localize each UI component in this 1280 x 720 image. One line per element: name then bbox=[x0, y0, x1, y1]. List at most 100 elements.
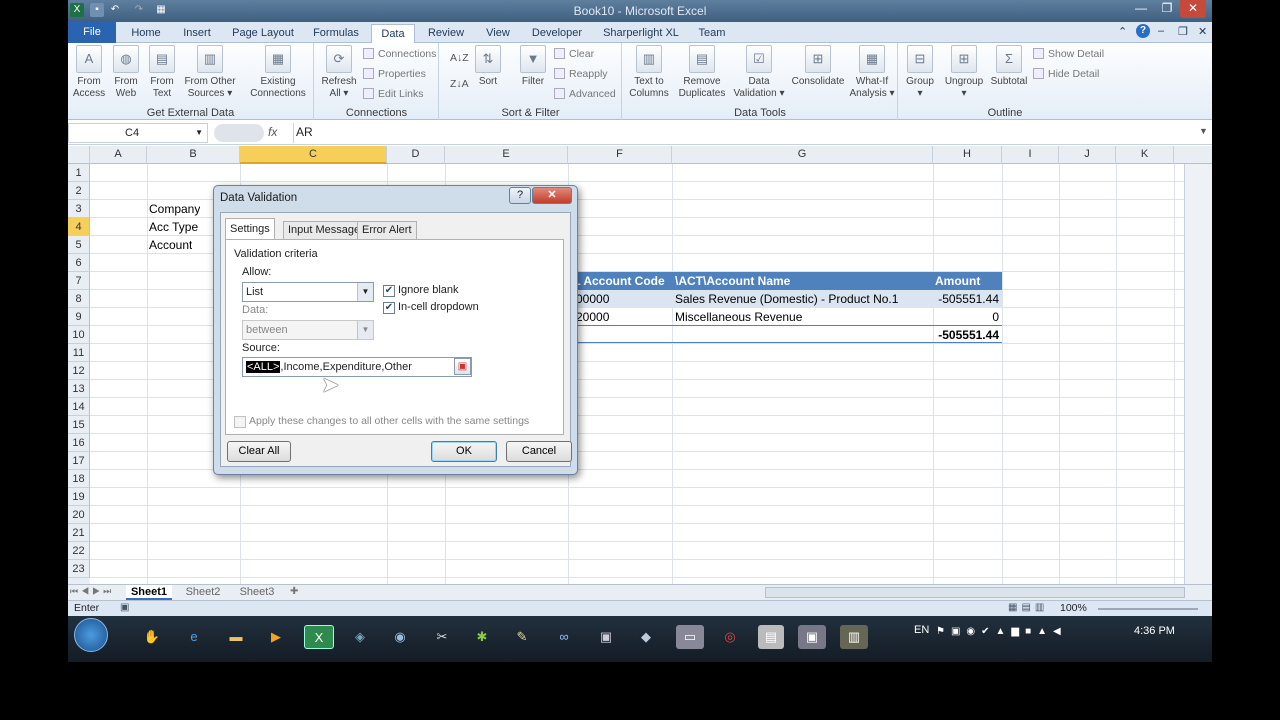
sort-a-z-button[interactable]: A↓Z bbox=[450, 49, 469, 67]
app-icon-4[interactable]: ✱ bbox=[470, 625, 494, 649]
language-indicator[interactable]: EN bbox=[914, 624, 929, 636]
chrome-icon[interactable]: ◎ bbox=[718, 625, 742, 649]
row-header[interactable]: 2 bbox=[68, 182, 90, 200]
tab-formulas[interactable]: Formulas bbox=[308, 24, 364, 43]
name-box[interactable]: C4 ▼ bbox=[68, 123, 208, 143]
row-header[interactable]: 21 bbox=[68, 524, 90, 542]
restore-icon[interactable]: ❐ bbox=[1154, 0, 1180, 18]
tab-data[interactable]: Data bbox=[371, 24, 415, 43]
row-header-selected[interactable]: 4 bbox=[68, 218, 90, 236]
cell-f8[interactable]: 00000 bbox=[568, 290, 672, 308]
row-header[interactable]: 9 bbox=[68, 308, 90, 326]
minimize-icon[interactable]: — bbox=[1128, 0, 1154, 18]
tab-input-message[interactable]: Input Message bbox=[283, 221, 366, 239]
row-header[interactable]: 15 bbox=[68, 416, 90, 434]
refresh-all-button[interactable]: ⟳ Refresh All ▾ bbox=[319, 45, 359, 100]
edit-links-button[interactable]: Edit Links bbox=[363, 85, 424, 103]
insert-sheet-icon[interactable]: ✚ bbox=[290, 586, 298, 597]
insert-function-icon[interactable]: fx bbox=[268, 125, 277, 139]
tab-page-layout[interactable]: Page Layout bbox=[228, 24, 298, 43]
doc-close-icon[interactable]: ✕ bbox=[1198, 25, 1207, 38]
tab-view[interactable]: View bbox=[478, 24, 518, 43]
tab-home[interactable]: Home bbox=[124, 24, 168, 43]
advanced-filter-button[interactable]: Advanced bbox=[554, 85, 616, 103]
sort-z-a-button[interactable]: Z↓A bbox=[450, 75, 469, 93]
remove-duplicates-button[interactable]: ▤ Remove Duplicates bbox=[675, 45, 729, 100]
table-header-account-code[interactable]: /L Account Code bbox=[568, 272, 672, 290]
start-button-icon[interactable] bbox=[74, 618, 108, 652]
group-button[interactable]: ⊟ Group ▾ bbox=[901, 45, 939, 100]
tab-settings[interactable]: Settings bbox=[225, 218, 275, 239]
tab-error-alert[interactable]: Error Alert bbox=[357, 221, 417, 239]
in-cell-dropdown-checkbox[interactable]: ✔ bbox=[383, 302, 395, 314]
vertical-scrollbar[interactable] bbox=[1184, 164, 1212, 584]
col-header-d[interactable]: D bbox=[387, 146, 445, 164]
filter-button[interactable]: ▼ Filter bbox=[516, 45, 550, 88]
row-header[interactable]: 18 bbox=[68, 470, 90, 488]
app-icon-9[interactable]: ▭ bbox=[676, 625, 704, 649]
col-header-k[interactable]: K bbox=[1116, 146, 1174, 164]
row-header[interactable]: 3 bbox=[68, 200, 90, 218]
row-header[interactable]: 23 bbox=[68, 560, 90, 578]
tab-file[interactable]: File bbox=[68, 22, 116, 43]
row-header[interactable]: 8 bbox=[68, 290, 90, 308]
app-icon-2[interactable]: ◉ bbox=[388, 625, 412, 649]
tab-sharperlight[interactable]: Sharperlight XL bbox=[598, 24, 684, 43]
cell-b3[interactable]: Company bbox=[149, 200, 200, 218]
subtotal-button[interactable]: Σ Subtotal bbox=[987, 45, 1031, 88]
cell-b4[interactable]: Acc Type bbox=[149, 218, 198, 236]
row-header[interactable]: 5 bbox=[68, 236, 90, 254]
col-header-i[interactable]: I bbox=[1002, 146, 1059, 164]
doc-minimize-icon[interactable]: – bbox=[1158, 25, 1164, 37]
properties-button[interactable]: Properties bbox=[363, 65, 426, 83]
ribbon-minimize-icon[interactable]: ⌃ bbox=[1118, 25, 1127, 38]
app-icon-6[interactable]: ∞ bbox=[552, 625, 576, 649]
ungroup-button[interactable]: ⊞ Ungroup ▾ bbox=[941, 45, 987, 100]
expand-formula-bar-icon[interactable]: ▼ bbox=[1199, 126, 1208, 136]
col-header-g[interactable]: G bbox=[672, 146, 933, 164]
data-validation-button[interactable]: ☑ Data Validation ▾ bbox=[731, 45, 787, 100]
cell-g9[interactable]: Miscellaneous Revenue bbox=[672, 308, 933, 326]
view-mode-icons[interactable]: ▦▤▥ bbox=[1008, 602, 1048, 613]
reapply-button[interactable]: Reapply bbox=[554, 65, 608, 83]
close-window-icon[interactable]: ✕ bbox=[1180, 0, 1206, 18]
tab-team[interactable]: Team bbox=[694, 24, 730, 43]
dialog-help-icon[interactable]: ? bbox=[509, 187, 531, 204]
row-header[interactable]: 7 bbox=[68, 272, 90, 290]
macro-record-icon[interactable]: ▣ bbox=[120, 602, 129, 613]
zoom-level[interactable]: 100% bbox=[1060, 602, 1087, 614]
row-header[interactable]: 16 bbox=[68, 434, 90, 452]
row-header[interactable]: 22 bbox=[68, 542, 90, 560]
col-header-b[interactable]: B bbox=[147, 146, 240, 164]
row-header[interactable]: 20 bbox=[68, 506, 90, 524]
show-detail-button[interactable]: Show Detail bbox=[1033, 45, 1104, 63]
dialog-close-icon[interactable]: ✕ bbox=[532, 187, 572, 204]
col-header-c[interactable]: C bbox=[240, 146, 387, 164]
connections-button[interactable]: Connections bbox=[363, 45, 436, 63]
app-icon-10[interactable]: ▤ bbox=[758, 625, 784, 649]
horizontal-scrollbar[interactable] bbox=[765, 587, 1185, 598]
source-input[interactable]: <ALL>,Income,Expenditure,Other bbox=[242, 357, 472, 377]
ignore-blank-checkbox[interactable]: ✔ bbox=[383, 285, 395, 297]
app-icon-1[interactable]: ◈ bbox=[348, 625, 372, 649]
app-icon-3[interactable]: ✂ bbox=[430, 625, 454, 649]
tab-insert[interactable]: Insert bbox=[176, 24, 218, 43]
table-header-account-name[interactable]: \ACT\Account Name bbox=[672, 272, 933, 290]
row-header[interactable]: 6 bbox=[68, 254, 90, 272]
from-access-button[interactable]: A From Access bbox=[72, 45, 106, 100]
cell-b5[interactable]: Account bbox=[149, 236, 192, 254]
excel-taskbar-icon[interactable]: X bbox=[304, 625, 334, 649]
col-header-e[interactable]: E bbox=[445, 146, 568, 164]
consolidate-button[interactable]: ⊞ Consolidate bbox=[787, 45, 849, 88]
from-other-sources-button[interactable]: ▥ From Other Sources ▾ bbox=[182, 45, 238, 100]
tray-icons[interactable]: ⚑▣◉✔▲▆■▲◀ bbox=[936, 626, 1067, 637]
app-icon-8[interactable]: ◆ bbox=[634, 625, 658, 649]
tab-developer[interactable]: Developer bbox=[528, 24, 586, 43]
existing-connections-button[interactable]: ▦ Existing Connections bbox=[246, 45, 310, 100]
row-header[interactable]: 14 bbox=[68, 398, 90, 416]
formula-input[interactable]: AR bbox=[293, 123, 1203, 143]
range-picker-icon[interactable]: ▣ bbox=[454, 358, 471, 375]
col-header-a[interactable]: A bbox=[90, 146, 147, 164]
table-header-amount[interactable]: Amount bbox=[933, 272, 1002, 290]
help-icon[interactable]: ? bbox=[1136, 24, 1150, 38]
